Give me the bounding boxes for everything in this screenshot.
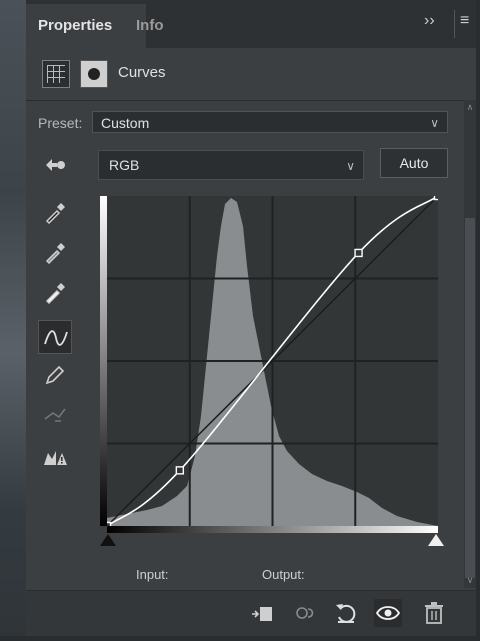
curve-control-point[interactable] xyxy=(433,191,443,201)
properties-panel: Properties Info ›› ≡ Curves Preset: Cust… xyxy=(26,0,476,641)
black-point-eyedropper-icon[interactable] xyxy=(38,196,72,230)
curves-adjustment-icon[interactable] xyxy=(42,60,70,88)
white-point-eyedropper-icon[interactable] xyxy=(38,276,72,310)
curves-canvas[interactable] xyxy=(102,191,443,531)
window-bottom-edge xyxy=(0,636,480,641)
on-image-adjust-icon[interactable] xyxy=(38,148,72,182)
chevron-up-icon[interactable]: ∧ xyxy=(464,102,476,113)
curves-svg[interactable] xyxy=(102,191,443,531)
white-point-slider[interactable] xyxy=(428,534,444,546)
curve-control-point[interactable] xyxy=(354,248,363,258)
output-label: Output: xyxy=(262,567,305,582)
canvas-background xyxy=(0,0,26,641)
tab-bar: Properties Info ›› ≡ xyxy=(26,0,476,48)
layer-mask-icon[interactable] xyxy=(80,60,108,88)
panel-menu-icon[interactable]: ≡ xyxy=(460,12,469,30)
reset-icon[interactable] xyxy=(332,599,360,627)
preset-value: Custom xyxy=(101,115,150,131)
tab-info[interactable]: Info xyxy=(124,4,176,48)
channel-value: RGB xyxy=(109,157,140,173)
preset-dropdown[interactable]: Custom ∨ xyxy=(92,111,448,133)
view-previous-state-icon[interactable] xyxy=(292,599,320,627)
adjustment-header: Curves xyxy=(26,50,476,98)
pencil-draw-icon[interactable] xyxy=(38,358,72,392)
auto-button[interactable]: Auto xyxy=(380,148,448,178)
visibility-eye-icon[interactable] xyxy=(374,599,402,627)
chevron-down-icon[interactable]: ∨ xyxy=(464,575,476,586)
collapse-panel-icon[interactable]: ›› xyxy=(424,12,435,30)
chevron-down-icon: ∨ xyxy=(346,159,355,173)
black-point-slider[interactable] xyxy=(100,534,116,546)
input-gradient-bar xyxy=(107,526,438,533)
input-label: Input: xyxy=(136,567,169,582)
gray-point-eyedropper-icon[interactable] xyxy=(38,236,72,270)
clipping-warning-icon[interactable] xyxy=(38,440,72,474)
scrollbar-thumb[interactable] xyxy=(465,218,475,578)
output-gradient-bar xyxy=(100,196,107,526)
channel-dropdown[interactable]: RGB ∨ xyxy=(98,150,364,180)
bottom-toolbar xyxy=(26,590,476,637)
clip-to-layer-icon[interactable] xyxy=(248,599,276,627)
panel-edge xyxy=(476,0,480,641)
adjustment-title: Curves xyxy=(118,64,166,81)
preset-label: Preset: xyxy=(38,115,83,131)
vertical-scrollbar[interactable]: ∧ ∨ xyxy=(464,100,476,588)
curve-control-point[interactable] xyxy=(175,466,185,475)
chevron-down-icon: ∨ xyxy=(430,116,439,130)
delete-trash-icon[interactable] xyxy=(420,599,448,627)
tab-separator xyxy=(454,10,455,38)
divider xyxy=(26,100,476,101)
curve-edit-points-icon[interactable] xyxy=(38,320,72,354)
smooth-curve-icon xyxy=(38,398,72,432)
curves-graph xyxy=(100,191,443,533)
